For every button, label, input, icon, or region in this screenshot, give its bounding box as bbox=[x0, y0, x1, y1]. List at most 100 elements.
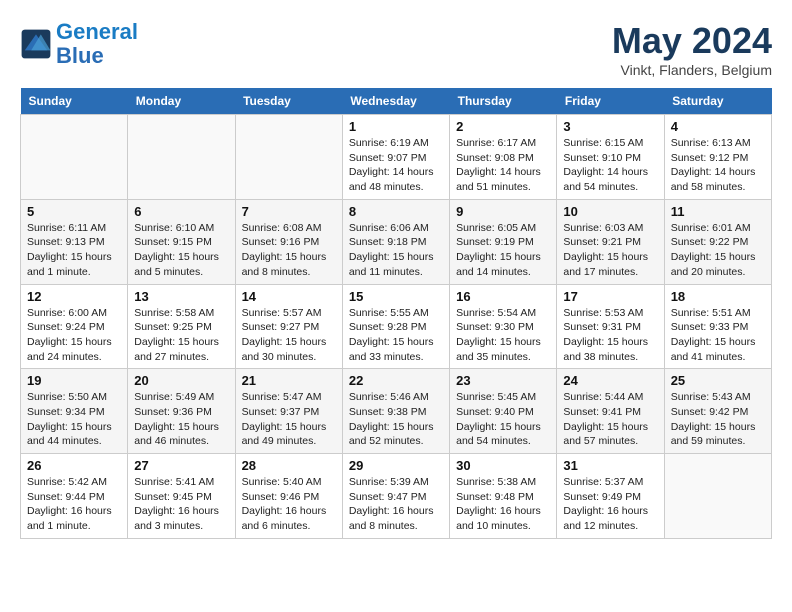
day-info: Sunrise: 5:38 AM Sunset: 9:48 PM Dayligh… bbox=[456, 475, 550, 534]
day-info: Sunrise: 6:19 AM Sunset: 9:07 PM Dayligh… bbox=[349, 136, 443, 195]
day-info: Sunrise: 6:08 AM Sunset: 9:16 PM Dayligh… bbox=[242, 221, 336, 280]
calendar-week-5: 26 Sunrise: 5:42 AM Sunset: 9:44 PM Dayli… bbox=[21, 454, 772, 539]
calendar-cell: 16Sunrise: 5:54 AM Sunset: 9:30 PM Dayli… bbox=[450, 284, 557, 369]
day-number: 24 bbox=[563, 373, 657, 388]
calendar-cell: 8 Sunrise: 6:06 AM Sunset: 9:18 PM Daylig… bbox=[342, 199, 449, 284]
day-number: 25 bbox=[671, 373, 765, 388]
calendar-cell bbox=[664, 454, 771, 539]
day-header-monday: Monday bbox=[128, 88, 235, 115]
day-number: 20 bbox=[134, 373, 228, 388]
day-info: Sunrise: 5:45 AM Sunset: 9:40 PM Dayligh… bbox=[456, 390, 550, 449]
day-header-saturday: Saturday bbox=[664, 88, 771, 115]
day-info: Sunrise: 6:03 AM Sunset: 9:21 PM Dayligh… bbox=[563, 221, 657, 280]
calendar-cell: 19Sunrise: 5:50 AM Sunset: 9:34 PM Dayli… bbox=[21, 369, 128, 454]
calendar-cell: 1 Sunrise: 6:19 AM Sunset: 9:07 PM Daylig… bbox=[342, 115, 449, 200]
calendar-cell: 18 Sunrise: 5:51 AM Sunset: 9:33 PM Dayli… bbox=[664, 284, 771, 369]
day-number: 5 bbox=[27, 204, 121, 219]
day-number: 3 bbox=[563, 119, 657, 134]
day-number: 4 bbox=[671, 119, 765, 134]
page-header: GeneralBlue May 2024 Vinkt, Flanders, Be… bbox=[20, 20, 772, 78]
day-info: Sunrise: 5:58 AM Sunset: 9:25 PM Dayligh… bbox=[134, 306, 228, 365]
day-number: 17 bbox=[563, 289, 657, 304]
calendar-cell: 28Sunrise: 5:40 AM Sunset: 9:46 PM Dayli… bbox=[235, 454, 342, 539]
day-number: 8 bbox=[349, 204, 443, 219]
day-info: Sunrise: 6:05 AM Sunset: 9:19 PM Dayligh… bbox=[456, 221, 550, 280]
day-number: 15 bbox=[349, 289, 443, 304]
day-number: 9 bbox=[456, 204, 550, 219]
calendar-cell: 2Sunrise: 6:17 AM Sunset: 9:08 PM Daylig… bbox=[450, 115, 557, 200]
day-number: 19 bbox=[27, 373, 121, 388]
day-number: 11 bbox=[671, 204, 765, 219]
day-number: 1 bbox=[349, 119, 443, 134]
calendar-cell: 26 Sunrise: 5:42 AM Sunset: 9:44 PM Dayli… bbox=[21, 454, 128, 539]
calendar-week-2: 5 Sunrise: 6:11 AM Sunset: 9:13 PM Daylig… bbox=[21, 199, 772, 284]
day-number: 23 bbox=[456, 373, 550, 388]
day-info: Sunrise: 5:51 AM Sunset: 9:33 PM Dayligh… bbox=[671, 306, 765, 365]
day-number: 21 bbox=[242, 373, 336, 388]
calendar-cell: 3 Sunrise: 6:15 AM Sunset: 9:10 PM Daylig… bbox=[557, 115, 664, 200]
day-info: Sunrise: 5:37 AM Sunset: 9:49 PM Dayligh… bbox=[563, 475, 657, 534]
day-info: Sunrise: 6:00 AM Sunset: 9:24 PM Dayligh… bbox=[27, 306, 121, 365]
logo: GeneralBlue bbox=[20, 20, 138, 68]
calendar-cell: 22 Sunrise: 5:46 AM Sunset: 9:38 PM Dayli… bbox=[342, 369, 449, 454]
calendar-week-3: 12 Sunrise: 6:00 AM Sunset: 9:24 PM Dayli… bbox=[21, 284, 772, 369]
calendar-table: SundayMondayTuesdayWednesdayThursdayFrid… bbox=[20, 88, 772, 539]
calendar-cell: 13Sunrise: 5:58 AM Sunset: 9:25 PM Dayli… bbox=[128, 284, 235, 369]
calendar-cell bbox=[235, 115, 342, 200]
calendar-cell: 4 Sunrise: 6:13 AM Sunset: 9:12 PM Daylig… bbox=[664, 115, 771, 200]
day-info: Sunrise: 5:49 AM Sunset: 9:36 PM Dayligh… bbox=[134, 390, 228, 449]
day-number: 14 bbox=[242, 289, 336, 304]
calendar-cell: 30 Sunrise: 5:38 AM Sunset: 9:48 PM Dayli… bbox=[450, 454, 557, 539]
day-number: 18 bbox=[671, 289, 765, 304]
day-info: Sunrise: 6:11 AM Sunset: 9:13 PM Dayligh… bbox=[27, 221, 121, 280]
day-info: Sunrise: 6:13 AM Sunset: 9:12 PM Dayligh… bbox=[671, 136, 765, 195]
calendar-cell: 12 Sunrise: 6:00 AM Sunset: 9:24 PM Dayli… bbox=[21, 284, 128, 369]
day-info: Sunrise: 5:39 AM Sunset: 9:47 PM Dayligh… bbox=[349, 475, 443, 534]
day-info: Sunrise: 6:06 AM Sunset: 9:18 PM Dayligh… bbox=[349, 221, 443, 280]
day-info: Sunrise: 5:43 AM Sunset: 9:42 PM Dayligh… bbox=[671, 390, 765, 449]
calendar-cell: 21 Sunrise: 5:47 AM Sunset: 9:37 PM Dayli… bbox=[235, 369, 342, 454]
day-info: Sunrise: 5:42 AM Sunset: 9:44 PM Dayligh… bbox=[27, 475, 121, 534]
title-block: May 2024 Vinkt, Flanders, Belgium bbox=[612, 20, 772, 78]
day-header-wednesday: Wednesday bbox=[342, 88, 449, 115]
day-info: Sunrise: 5:46 AM Sunset: 9:38 PM Dayligh… bbox=[349, 390, 443, 449]
day-number: 31 bbox=[563, 458, 657, 473]
day-info: Sunrise: 6:15 AM Sunset: 9:10 PM Dayligh… bbox=[563, 136, 657, 195]
calendar-cell: 20 Sunrise: 5:49 AM Sunset: 9:36 PM Dayli… bbox=[128, 369, 235, 454]
day-header-friday: Friday bbox=[557, 88, 664, 115]
day-info: Sunrise: 5:54 AM Sunset: 9:30 PM Dayligh… bbox=[456, 306, 550, 365]
calendar-cell: 29 Sunrise: 5:39 AM Sunset: 9:47 PM Dayli… bbox=[342, 454, 449, 539]
day-header-thursday: Thursday bbox=[450, 88, 557, 115]
day-number: 27 bbox=[134, 458, 228, 473]
day-header-tuesday: Tuesday bbox=[235, 88, 342, 115]
calendar-cell: 31 Sunrise: 5:37 AM Sunset: 9:49 PM Dayli… bbox=[557, 454, 664, 539]
logo-text: GeneralBlue bbox=[56, 20, 138, 68]
day-number: 10 bbox=[563, 204, 657, 219]
logo-icon bbox=[20, 28, 52, 60]
calendar-cell: 10 Sunrise: 6:03 AM Sunset: 9:21 PM Dayli… bbox=[557, 199, 664, 284]
calendar-cell: 23 Sunrise: 5:45 AM Sunset: 9:40 PM Dayli… bbox=[450, 369, 557, 454]
day-number: 12 bbox=[27, 289, 121, 304]
day-number: 26 bbox=[27, 458, 121, 473]
calendar-cell: 24Sunrise: 5:44 AM Sunset: 9:41 PM Dayli… bbox=[557, 369, 664, 454]
calendar-cell: 9 Sunrise: 6:05 AM Sunset: 9:19 PM Daylig… bbox=[450, 199, 557, 284]
day-info: Sunrise: 5:57 AM Sunset: 9:27 PM Dayligh… bbox=[242, 306, 336, 365]
day-number: 22 bbox=[349, 373, 443, 388]
calendar-cell: 27 Sunrise: 5:41 AM Sunset: 9:45 PM Dayli… bbox=[128, 454, 235, 539]
day-info: Sunrise: 6:17 AM Sunset: 9:08 PM Dayligh… bbox=[456, 136, 550, 195]
day-number: 29 bbox=[349, 458, 443, 473]
calendar-cell bbox=[21, 115, 128, 200]
calendar-header-row: SundayMondayTuesdayWednesdayThursdayFrid… bbox=[21, 88, 772, 115]
day-info: Sunrise: 5:41 AM Sunset: 9:45 PM Dayligh… bbox=[134, 475, 228, 534]
day-number: 6 bbox=[134, 204, 228, 219]
calendar-cell: 11 Sunrise: 6:01 AM Sunset: 9:22 PM Dayli… bbox=[664, 199, 771, 284]
day-info: Sunrise: 5:55 AM Sunset: 9:28 PM Dayligh… bbox=[349, 306, 443, 365]
day-info: Sunrise: 5:47 AM Sunset: 9:37 PM Dayligh… bbox=[242, 390, 336, 449]
calendar-cell: 17 Sunrise: 5:53 AM Sunset: 9:31 PM Dayli… bbox=[557, 284, 664, 369]
location-subtitle: Vinkt, Flanders, Belgium bbox=[612, 62, 772, 78]
day-info: Sunrise: 5:53 AM Sunset: 9:31 PM Dayligh… bbox=[563, 306, 657, 365]
calendar-cell: 15 Sunrise: 5:55 AM Sunset: 9:28 PM Dayli… bbox=[342, 284, 449, 369]
day-number: 7 bbox=[242, 204, 336, 219]
day-number: 30 bbox=[456, 458, 550, 473]
day-info: Sunrise: 6:01 AM Sunset: 9:22 PM Dayligh… bbox=[671, 221, 765, 280]
